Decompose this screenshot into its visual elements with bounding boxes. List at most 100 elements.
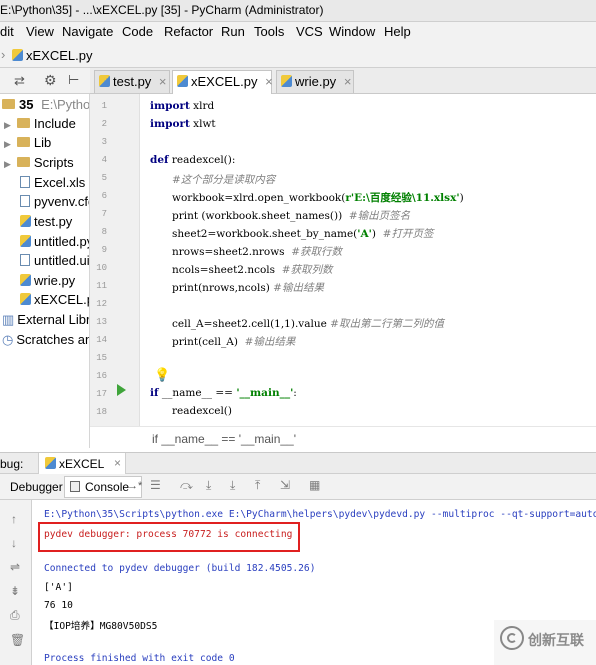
window-title: E:\Python\35] - ...\xEXCEL.py [35] - PyC… bbox=[0, 3, 324, 17]
line-number: 13 bbox=[96, 317, 107, 327]
soft-wrap-icon[interactable]: ⇌ bbox=[10, 560, 20, 574]
console-tab-label: Console bbox=[85, 480, 130, 494]
gear-icon[interactable]: ⚙ bbox=[44, 72, 57, 89]
tree-item-lib[interactable]: ▶ Lib bbox=[4, 135, 51, 154]
tab-xexcel-py[interactable]: xEXCEL.py × bbox=[172, 70, 273, 94]
code-token: import bbox=[150, 100, 190, 112]
menu-navigate[interactable]: Navigate bbox=[62, 24, 113, 39]
menu-refactor[interactable]: Refactor bbox=[164, 24, 213, 39]
chevron-right-icon: ▶ bbox=[4, 139, 11, 149]
code-token: def bbox=[150, 154, 169, 166]
tree-label: untitled.py bbox=[34, 234, 90, 249]
trash-icon[interactable]: 🗑 bbox=[10, 633, 25, 647]
close-icon[interactable]: × bbox=[114, 456, 121, 470]
print-icon[interactable]: ⎙ bbox=[10, 608, 20, 623]
menu-code[interactable]: Code bbox=[122, 24, 153, 39]
nav-file[interactable]: xEXCEL.py bbox=[12, 48, 92, 63]
step-into-my-code-icon[interactable]: ⤓ bbox=[230, 478, 235, 493]
tree-item-pyvenv[interactable]: pyvenv.cfg bbox=[20, 194, 89, 213]
breadcrumb: if __name__ == '__main__' bbox=[90, 426, 596, 448]
python-file-icon bbox=[99, 75, 110, 87]
project-toolbar: ⇄ ⚙ ⊢ bbox=[0, 68, 90, 94]
scroll-up-icon[interactable]: ↑ bbox=[11, 512, 17, 526]
run-arrow-icon[interactable] bbox=[117, 384, 126, 396]
tree-root[interactable]: 35 E:\Python\ bbox=[2, 97, 89, 116]
debug-header: bug: xEXCEL × bbox=[0, 452, 596, 474]
code-editor[interactable]: import xlrd import xlwt def readexcel():… bbox=[140, 94, 596, 426]
line-number: 16 bbox=[96, 371, 107, 381]
python-file-icon bbox=[20, 293, 31, 305]
step-over-icon[interactable]: ⤼ bbox=[180, 478, 193, 493]
menu-tools[interactable]: Tools bbox=[254, 24, 284, 39]
tab-label: test.py bbox=[113, 74, 152, 89]
python-file-icon bbox=[177, 75, 188, 87]
tree-item-wrie-py[interactable]: wrie.py bbox=[20, 273, 75, 292]
tab-console[interactable]: Console →* bbox=[64, 476, 142, 498]
debug-config-tab[interactable]: xEXCEL × bbox=[38, 453, 126, 474]
scroll-to-end-icon[interactable]: ⇟ bbox=[10, 584, 20, 598]
code-token: print(nrows,ncols) bbox=[172, 282, 274, 294]
code-comment: #打开页签 bbox=[382, 228, 434, 240]
highlight-box bbox=[38, 522, 300, 552]
step-out-icon[interactable]: ⤒ bbox=[255, 478, 260, 493]
line-number: 9 bbox=[101, 245, 107, 255]
folder-icon bbox=[2, 99, 15, 109]
folder-icon bbox=[16, 137, 30, 147]
step-into-icon[interactable]: ⤓ bbox=[206, 478, 211, 493]
line-number: 14 bbox=[96, 335, 107, 345]
watermark: 创新互联 bbox=[494, 620, 596, 665]
line-number: 12 bbox=[96, 299, 107, 309]
hide-icon[interactable]: ⊢ bbox=[68, 72, 79, 88]
config-file-icon bbox=[20, 195, 30, 207]
code-string: r'E:\百度经验\11.xlsx' bbox=[345, 192, 460, 204]
code-token: import bbox=[150, 118, 190, 130]
menu-run[interactable]: Run bbox=[221, 24, 245, 39]
menu-view[interactable]: View bbox=[26, 24, 54, 39]
tree-item-external-libraries[interactable]: ▥ External Libra bbox=[2, 312, 89, 331]
line-number: 15 bbox=[96, 353, 107, 363]
line-number: 5 bbox=[101, 173, 107, 183]
code-token: workbook=xlrd.open_workbook( bbox=[172, 192, 346, 204]
tab-debugger[interactable]: Debugger bbox=[10, 480, 63, 494]
console-tab-suffix: →* bbox=[127, 480, 143, 492]
menu-help[interactable]: Help bbox=[384, 24, 411, 39]
tree-label: untitled.ui bbox=[34, 253, 90, 268]
code-token: cell_A=sheet2.cell(1,1).value bbox=[172, 318, 331, 330]
tab-wrie-py[interactable]: wrie.py × bbox=[276, 70, 354, 93]
menu-lines-icon[interactable]: ☰ bbox=[150, 478, 161, 492]
menu-vcs[interactable]: VCS bbox=[296, 24, 323, 39]
code-token: ) bbox=[371, 228, 383, 240]
code-comment: #输出结果 bbox=[273, 282, 324, 294]
menu-window[interactable]: Window bbox=[329, 24, 375, 39]
nav-file-label: xEXCEL.py bbox=[26, 48, 93, 63]
python-file-icon bbox=[20, 215, 31, 227]
tree-label: test.py bbox=[34, 214, 73, 229]
collapse-all-icon[interactable]: ⇄ bbox=[14, 73, 25, 89]
evaluate-expression-icon[interactable]: ▦ bbox=[309, 478, 320, 492]
code-comment: #输出结果 bbox=[244, 336, 296, 348]
code-token: sheet2=workbook.sheet_by_name( bbox=[172, 228, 358, 240]
tree-item-include[interactable]: ▶ Include bbox=[4, 116, 76, 135]
tree-item-xexcel-py[interactable]: xEXCEL.py bbox=[20, 292, 89, 311]
nav-chevron-icon: › bbox=[1, 47, 6, 62]
tree-item-scripts[interactable]: ▶ Scripts bbox=[4, 155, 74, 174]
menu-edit[interactable]: dit bbox=[0, 24, 14, 39]
tree-item-excel-xls[interactable]: Excel.xls bbox=[20, 175, 85, 194]
editor-gutter: 1 2 3 4 5 6 7 8 9 10 11 12 13 14 15 16 1… bbox=[90, 94, 149, 426]
editor-tabs: test.py × xEXCEL.py × wrie.py × bbox=[90, 68, 596, 94]
tree-item-untitled-py[interactable]: untitled.py bbox=[20, 234, 90, 253]
lightbulb-icon[interactable]: 💡 bbox=[154, 367, 170, 383]
tree-item-untitled-ui[interactable]: untitled.ui bbox=[20, 253, 90, 272]
close-icon[interactable]: × bbox=[344, 74, 352, 89]
tree-label: xEXCEL.py bbox=[34, 292, 89, 307]
breadcrumb-label[interactable]: if __name__ == '__main__' bbox=[152, 432, 296, 446]
tree-item-scratches[interactable]: ◷Scratches and bbox=[2, 332, 89, 351]
tab-label: wrie.py bbox=[295, 74, 337, 89]
scroll-down-icon[interactable]: ↓ bbox=[11, 536, 17, 550]
tree-item-test-py[interactable]: test.py bbox=[20, 214, 72, 233]
run-to-cursor-icon[interactable]: ⇲ bbox=[280, 478, 290, 492]
close-icon[interactable]: × bbox=[159, 74, 167, 89]
close-icon[interactable]: × bbox=[265, 74, 273, 89]
tab-test-py[interactable]: test.py × bbox=[94, 70, 170, 93]
project-tree: 35 E:\Python\ ▶ Include ▶ Lib ▶ Scripts Exc… bbox=[0, 94, 90, 448]
